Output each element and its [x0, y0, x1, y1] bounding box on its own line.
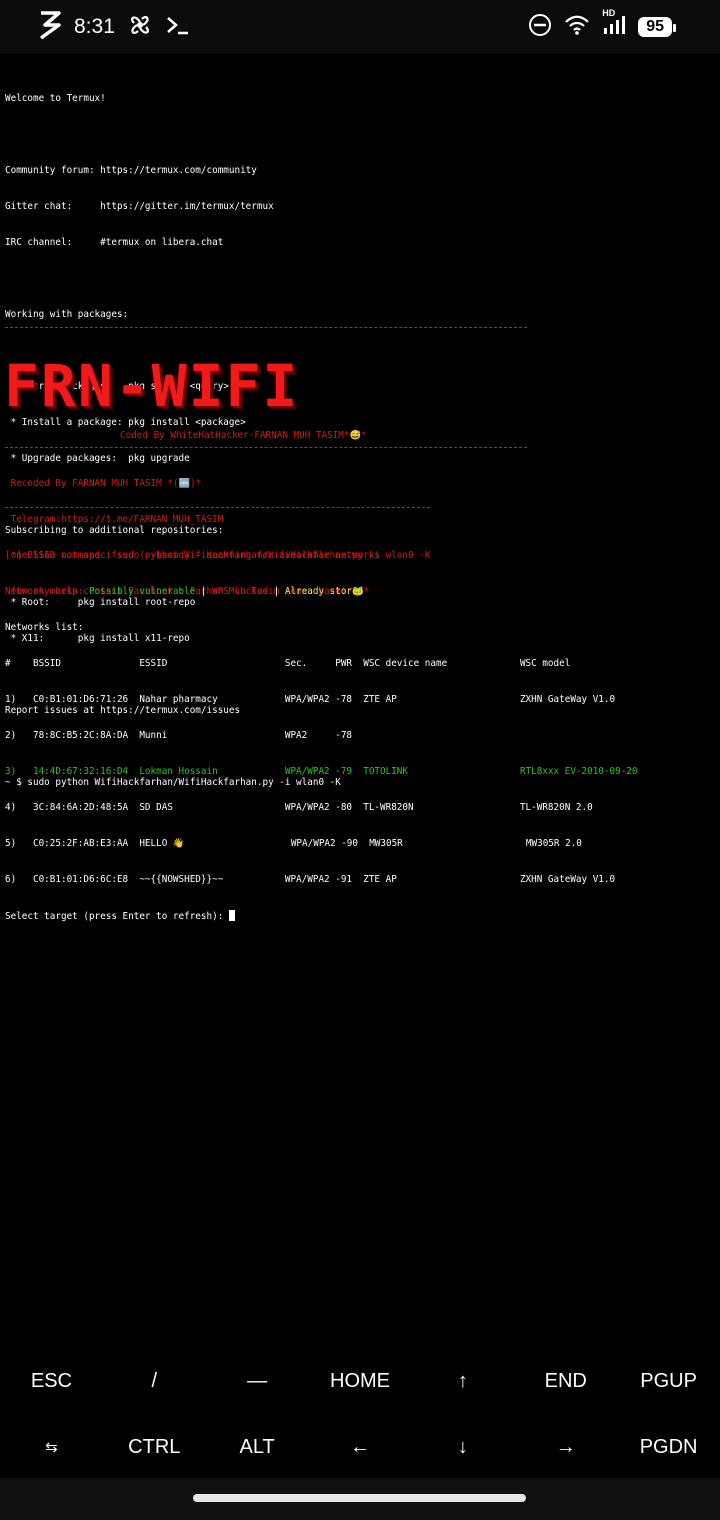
table-row: 4) 3C:84:6A:2D:48:5A SD DAS WPA/WPA2 -80… — [5, 802, 593, 813]
table-row: 5) C0:25:2F:AB:E3:AA HELLO 👋 WPA/WPA2 -9… — [5, 838, 582, 849]
table-row: 2) 78:8C:B5:2C:8A:DA Munni WPA2 -78 — [5, 730, 353, 741]
app-logo-icon — [38, 10, 62, 44]
terminal-line: Welcome to Termux! — [5, 93, 106, 104]
pgup-key[interactable]: PGUP — [617, 1370, 720, 1393]
coded-by-line: Coded By WhiteHatHacker-FARNAN MUH TASIM… — [120, 430, 367, 441]
divider — [5, 327, 527, 328]
terminal-icon — [165, 14, 191, 40]
terminal-line: IRC channel: #termux on libera.chat — [5, 237, 224, 248]
left-arrow-key[interactable]: ← — [309, 1436, 412, 1459]
extra-keys-bar: ESC / — HOME ↑ END PGUP ⇆ CTRL ALT ← ↓ →… — [0, 1348, 720, 1478]
esc-key[interactable]: ESC — [0, 1370, 103, 1393]
up-arrow-key[interactable]: ↑ — [411, 1370, 514, 1393]
do-not-disturb-icon — [528, 13, 552, 41]
home-gesture-handle[interactable] — [193, 1494, 526, 1502]
clock: 8:31 — [74, 15, 115, 38]
terminal-line: Working with packages: — [5, 309, 129, 320]
battery-indicator: 95 — [638, 17, 676, 37]
signal-icon: HD — [602, 8, 626, 40]
network-marks: Network marks: Possibly vulnerable | WPS… — [5, 586, 364, 597]
slash-key[interactable]: / — [103, 1370, 206, 1393]
text-cursor — [228, 910, 235, 921]
alt-key[interactable]: ALT — [206, 1436, 309, 1459]
bssid-warning: [*] BSSID not specified (--bssid) — scan… — [5, 550, 381, 561]
select-target-prompt[interactable]: Select target (press Enter to refresh): — [5, 910, 715, 922]
network-type-label: HD — [602, 8, 616, 18]
wifi-icon — [564, 14, 590, 40]
recoded-line: Recoded By FARNAN MUH TASIM *(🆒)* — [5, 478, 202, 489]
table-row: 1) C0:B1:01:D6:71:26 Nahar pharmacy WPA/… — [5, 694, 616, 705]
table-row: 6) C0:B1:01:D6:6C:E8 ~~{{NOWSHED}}~~ WPA… — [5, 874, 616, 885]
table-header: # BSSID ESSID Sec. PWR WSC device name W… — [5, 658, 571, 669]
tab-key[interactable]: ⇆ — [0, 1438, 103, 1456]
down-arrow-key[interactable]: ↓ — [411, 1436, 514, 1459]
end-key[interactable]: END — [514, 1370, 617, 1393]
networks-list-label: Networks list: — [5, 622, 84, 633]
navigation-bar — [0, 1478, 720, 1520]
ascii-banner: FRN-WIFI — [4, 352, 300, 420]
pgdn-key[interactable]: PGDN — [617, 1436, 720, 1459]
terminal-line: Gitter chat: https://gitter.im/termux/te… — [5, 201, 274, 212]
home-key[interactable]: HOME — [309, 1370, 412, 1393]
dash-key[interactable]: — — [206, 1370, 309, 1393]
status-bar: 8:31 HD 95 — [0, 0, 720, 54]
telegram-line: Telegram:https://t.me/FARNAN_MUH_TASIM — [5, 514, 224, 525]
terminal-line: Community forum: https://termux.com/comm… — [5, 165, 257, 176]
divider — [5, 447, 527, 448]
right-arrow-key[interactable]: → — [514, 1436, 617, 1459]
ctrl-key[interactable]: CTRL — [103, 1436, 206, 1459]
divider — [5, 507, 430, 508]
fan-icon — [127, 12, 153, 42]
table-row: 3) 14:4D:67:32:16:D4 Lokman Hossain WPA/… — [5, 766, 638, 777]
